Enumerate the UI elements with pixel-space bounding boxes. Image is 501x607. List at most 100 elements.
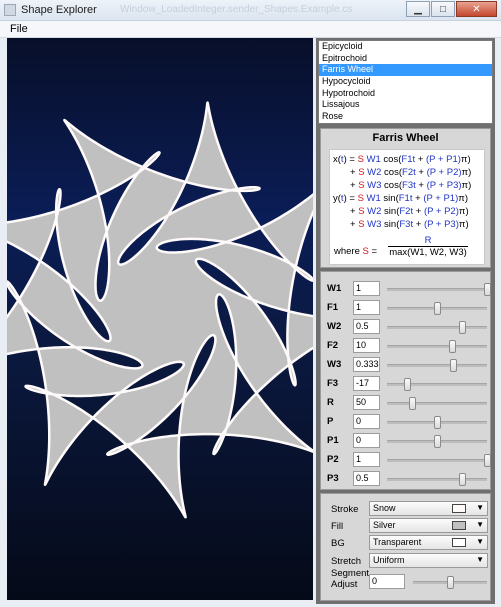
formula-var: (P + P1) [423,193,459,204]
slider-f1[interactable] [387,302,487,315]
formula-denominator: max(W1, W2, W3) [389,247,467,258]
param-input-p[interactable]: 0 [353,414,380,429]
slider-thumb[interactable] [434,302,441,315]
slider-thumb[interactable] [447,576,454,589]
param-label: W2 [327,321,342,332]
chevron-down-icon: ▼ [476,555,484,564]
close-button[interactable]: ✕ [456,1,497,17]
stretch-dropdown[interactable]: Uniform ▼ [369,553,488,568]
param-input-p1[interactable]: 0 [353,433,380,448]
shape-canvas[interactable] [7,38,313,600]
slider-thumb[interactable] [484,454,491,467]
param-label: F3 [327,378,339,389]
formula-text: π) [461,167,472,178]
param-row-f2: F2 10 [321,338,492,354]
slider-f3[interactable] [387,378,487,391]
formula-x-line3: + S W3 cos(F3t + (P + P3)π) [350,180,471,191]
segment-adjust-label: Segment Adjust [331,568,369,590]
segment-label-line2: Adjust [331,579,358,590]
list-item[interactable]: Epitrochoid [319,53,492,65]
maximize-button[interactable]: □ [431,1,455,17]
formula-text: y( [333,193,341,204]
param-input-w2[interactable]: 0.5 [353,319,380,334]
style-panel: Stroke Snow ▼ Fill Silver ▼ BG Transpare… [320,493,491,601]
stroke-dropdown[interactable]: Snow ▼ [369,501,488,516]
stroke-swatch [452,504,466,513]
formula-text: + [350,167,359,178]
param-input-r[interactable]: 50 [353,395,380,410]
minimize-icon: ▁ [414,3,422,15]
slider-f2[interactable] [387,340,487,353]
slider-w2[interactable] [387,321,487,334]
farris-wheel-plot [7,101,313,519]
formula-text: sin( [380,193,399,204]
slider-r[interactable] [387,397,487,410]
param-row-w3: W3 0.3333 [321,357,492,373]
formula-text: cos( [381,167,403,178]
slider-thumb[interactable] [434,416,441,429]
formula-text: + [413,219,424,230]
slider-thumb[interactable] [484,283,491,296]
param-input-w1[interactable]: 1 [353,281,380,296]
slider-thumb[interactable] [404,378,411,391]
formula-var: (P + P2) [423,206,459,217]
param-row-r: R 50 [321,395,492,411]
slider-thumb[interactable] [449,340,456,353]
param-input-f2[interactable]: 10 [353,338,380,353]
menu-file[interactable]: File [10,23,28,35]
formula-var: F3t [402,180,416,191]
list-item[interactable]: Rose [319,111,492,123]
formula-text: = [368,246,378,257]
formula-var: W2 [364,206,382,217]
slider-w1[interactable] [387,283,491,296]
param-label: F2 [327,340,339,351]
param-label: W1 [327,283,342,294]
bg-dropdown[interactable]: Transparent ▼ [369,535,488,550]
formula-text: π) [458,193,468,204]
shape-list[interactable]: Epicycloid Epitrochoid Farris Wheel Hypo… [318,40,493,124]
slider-thumb[interactable] [450,359,457,372]
formula-text: ) = [343,154,358,165]
formula-text: π) [460,154,471,165]
fill-dropdown[interactable]: Silver ▼ [369,518,488,533]
param-input-p3[interactable]: 0.5 [353,471,380,486]
param-input-f3[interactable]: -17 [353,376,380,391]
list-item[interactable]: Lissajous [319,99,492,111]
formula-var: W3 [364,180,382,191]
formula-panel: Farris Wheel x(t) = S W1 cos(F1t + (P + … [320,128,491,268]
segment-adjust-slider[interactable] [413,576,487,589]
list-item[interactable]: Epicycloid [319,41,492,53]
formula-x-line2: + S W2 cos(F2t + (P + P2)π) [350,167,471,178]
formula-text: + [413,206,424,217]
list-item[interactable]: Hypocycloid [319,76,492,88]
slider-thumb[interactable] [459,321,466,334]
slider-w3[interactable] [387,359,487,372]
param-row-p2: P2 1 [321,452,492,468]
param-row-w2: W2 0.5 [321,319,492,335]
param-input-p2[interactable]: 1 [353,452,380,467]
slider-p[interactable] [387,416,487,429]
formula-var: (P + P3) [426,180,462,191]
formula-var: F2t [399,206,414,217]
slider-p1[interactable] [387,435,487,448]
param-row-p: P 0 [321,414,492,430]
stroke-value: Snow [373,503,396,513]
segment-adjust-input[interactable]: 0 [369,574,405,589]
formula-x-line1: x(t) = S W1 cos(F1t + (P + P1)π) [333,154,471,165]
slider-thumb[interactable] [409,397,416,410]
formula-title: Farris Wheel [372,132,439,144]
param-input-w3[interactable]: 0.3333 [353,357,380,372]
bg-swatch [452,538,466,547]
formula-var: (P + P3) [423,219,459,230]
slider-thumb[interactable] [459,473,466,486]
param-input-f1[interactable]: 1 [353,300,380,315]
slider-p2[interactable] [387,454,491,467]
list-item-selected[interactable]: Farris Wheel [319,64,492,77]
minimize-button[interactable]: ▁ [406,1,430,17]
list-item[interactable]: Hypotrochoid [319,88,492,100]
param-row-p3: P3 0.5 [321,471,492,487]
slider-thumb[interactable] [434,435,441,448]
param-row-f3: F3 -17 [321,376,492,392]
formula-text: + [415,167,427,178]
slider-p3[interactable] [387,473,487,486]
